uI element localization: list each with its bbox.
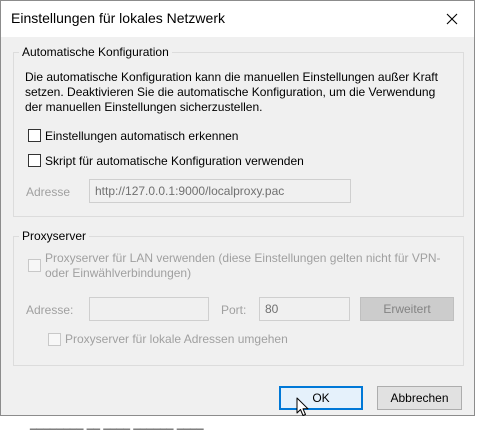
cancel-button[interactable]: Abbrechen (377, 386, 462, 410)
proxy-address-label: Adresse: (26, 303, 74, 317)
auto-detect-checkbox[interactable] (28, 129, 41, 142)
title-bar: Einstellungen für lokales Netzwerk (1, 1, 474, 37)
auto-config-script-label[interactable]: Skript für automatische Konfiguration ve… (45, 154, 304, 168)
auto-config-legend: Automatische Konfiguration (19, 45, 172, 59)
port-field[interactable]: 80 (259, 297, 350, 321)
auto-config-script-checkbox[interactable] (28, 154, 41, 167)
ok-button[interactable]: OK (279, 386, 363, 410)
port-label: Port: (221, 303, 247, 317)
lan-proxy-label[interactable]: Proxyserver für LAN verwenden (diese Ein… (45, 251, 450, 281)
advanced-button[interactable]: Erweitert (360, 297, 454, 321)
lan-proxy-checkbox[interactable] (28, 259, 41, 272)
bypass-local-label[interactable]: Proxyserver für lokale Adressen umgehen (65, 332, 288, 346)
proxy-legend: Proxyserver (19, 229, 90, 243)
background-partial-text: ________ __ ____ ______ ____ (30, 416, 204, 430)
proxy-address-field[interactable] (89, 297, 209, 321)
auto-detect-label[interactable]: Einstellungen automatisch erkennen (45, 129, 238, 143)
script-address-field[interactable]: http://127.0.0.1:9000/localproxy.pac (89, 179, 351, 203)
lan-settings-dialog: Einstellungen für lokales Netzwerk Autom… (0, 0, 475, 416)
close-button[interactable] (430, 1, 474, 37)
mouse-pointer-icon (296, 397, 309, 416)
dialog-title: Einstellungen für lokales Netzwerk (11, 10, 225, 26)
bypass-local-checkbox[interactable] (48, 333, 61, 346)
close-icon (446, 13, 458, 25)
script-address-label: Adresse (26, 185, 71, 199)
auto-config-description: Die automatische Konfiguration kann die … (25, 70, 438, 114)
